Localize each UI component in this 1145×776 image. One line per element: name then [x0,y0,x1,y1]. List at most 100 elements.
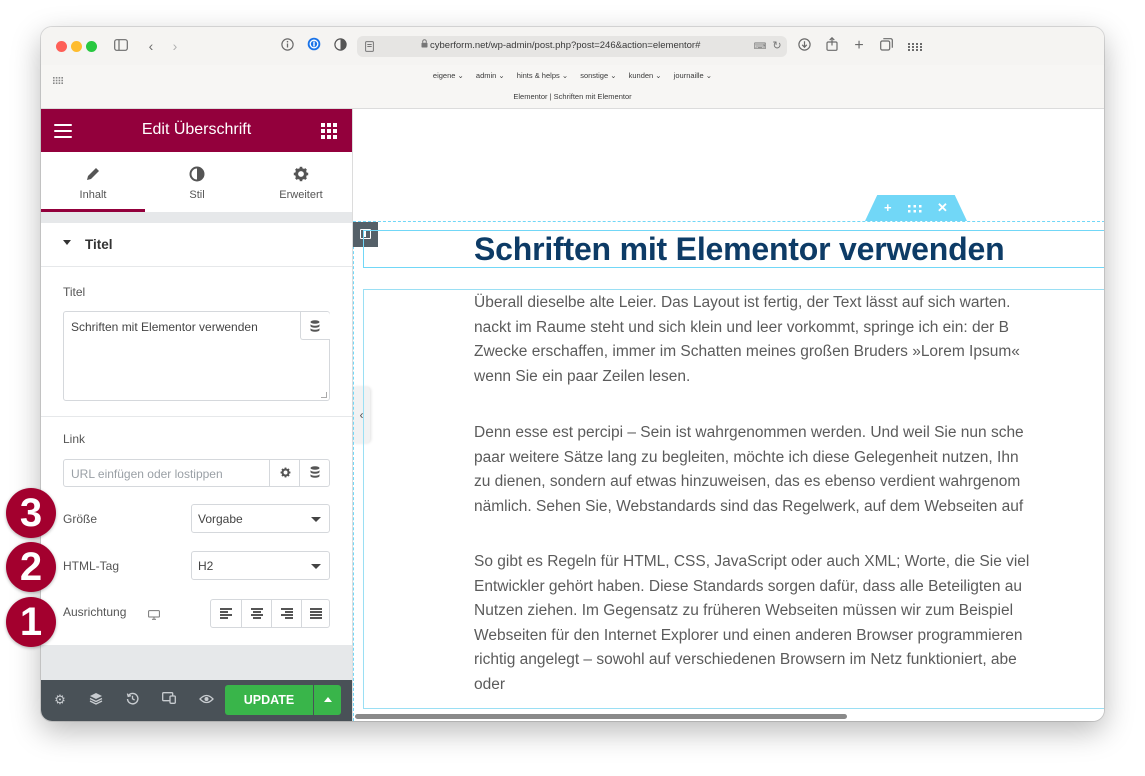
section-toggle-titel[interactable]: Titel [41,223,352,267]
section-toolbar: + ✕ [865,195,967,221]
bookmark-folders: eigene ⌄ admin ⌄ hints & helps ⌄ sonstig… [41,71,1104,80]
html-tag-label: HTML-Tag [63,559,120,573]
panel-tabs: Inhalt Stil Erweitert [41,152,352,212]
divider [41,416,352,417]
heading-widget-text[interactable]: Schriften mit Elementor verwenden [474,231,1005,268]
save-options-button[interactable] [314,685,341,715]
download-icon[interactable] [796,37,812,55]
size-select[interactable]: Vorgabe [191,504,330,533]
reload-icon[interactable]: ↻ [771,37,783,55]
align-right-button[interactable] [271,600,301,627]
database-icon [310,320,320,332]
history-icon[interactable] [124,692,140,708]
lock-icon [420,37,428,55]
align-justify-icon [310,608,322,619]
title-field-label: Titel [63,285,86,299]
drag-section-icon[interactable] [908,202,922,217]
size-select-value: Vorgabe [198,512,243,526]
panel-empty-area [41,645,352,680]
desktop-icon[interactable] [148,607,160,620]
shield-icon[interactable] [332,37,348,55]
paragraph-line: Entwickler gehört haben. Diese Standards… [474,577,1023,595]
link-input-placeholder: URL einfügen oder lostippen [71,467,223,481]
dynamic-tags-button[interactable] [300,312,330,340]
link-options-button[interactable] [269,459,300,487]
add-section-icon[interactable]: + [884,200,892,215]
database-icon [310,466,320,478]
pencil-icon [41,166,145,187]
delete-section-icon[interactable]: ✕ [937,200,948,216]
browser-window: ‹ › cyberform.net/wp-admin/post.php?post… [41,27,1104,721]
panel-header: Edit Überschrift [41,109,352,152]
preview-eye-icon[interactable] [198,692,214,708]
tab-title[interactable]: Elementor | Schriften mit Elementor [41,92,1104,101]
bookmark-folder-hints[interactable]: hints & helps ⌄ [517,71,568,80]
section-outline-top [353,221,1104,222]
extensions-grid-icon[interactable] [907,37,923,55]
close-window-button[interactable] [56,41,67,52]
annotation-badge-3: 3 [6,488,56,538]
navigator-layers-icon[interactable] [88,692,104,708]
share-icon[interactable] [824,36,840,55]
html-tag-select[interactable]: H2 [191,551,330,580]
bookmark-folder-eigene[interactable]: eigene ⌄ [433,71,464,80]
sidebar-icon[interactable] [113,37,129,55]
scrollbar-thumb[interactable] [355,714,847,719]
paragraph-line: Nutzen ziehen. Im Gegensatz zu früheren … [474,602,1014,619]
paragraph-line: nackt im Raume steht und sich klein und … [474,318,1009,336]
caret-down-icon [63,240,71,245]
contrast-icon [145,166,249,187]
link-input[interactable]: URL einfügen oder lostippen [63,459,330,487]
paragraph-line: wenn Sie ein paar Zeilen lesen. [474,367,691,385]
new-tab-icon[interactable]: + [851,37,867,55]
link-dynamic-tags-button[interactable] [299,459,330,487]
tab-inhalt[interactable]: Inhalt [41,152,145,212]
info-icon[interactable] [279,37,295,55]
annotation-badge-1: 1 [6,597,56,647]
panel-footer: ⚙ UPDATE [41,680,352,721]
paragraph-line: So gibt es Regeln für HTML, CSS, JavaScr… [474,553,1030,570]
horizontal-scrollbar[interactable] [353,712,1104,721]
editor-canvas: ‹ + ✕ Schriften mit Elementor verwenden … [352,109,1104,721]
password-manager-icon[interactable] [306,37,322,55]
reader-icon[interactable] [363,38,375,56]
translate-icon[interactable]: ⌨ [753,37,767,55]
bookmark-folder-kunden[interactable]: kunden ⌄ [629,71,662,80]
align-left-icon [220,608,232,619]
annotation-badge-2: 2 [6,542,56,592]
widgets-grid-icon[interactable] [321,123,337,139]
resize-handle-icon[interactable] [321,392,327,398]
bookmark-folder-journaille[interactable]: journaille ⌄ [674,71,712,80]
forward-icon[interactable]: › [169,37,181,55]
align-justify-button[interactable] [301,600,331,627]
tab-overview-icon[interactable] [878,37,894,55]
zoom-window-button[interactable] [86,41,97,52]
align-center-icon [251,608,263,619]
panel-title: Edit Überschrift [141,121,252,138]
align-center-button[interactable] [241,600,271,627]
back-icon[interactable]: ‹ [145,37,157,55]
section-title: Titel [85,237,113,252]
tab-stil[interactable]: Stil [145,152,249,212]
paragraph-2: Denn esse est percipi – Sein ist wahrgen… [474,421,1104,519]
paragraph-line: paar weitere Sätze lang zu begleiten, mö… [474,448,1019,466]
update-button[interactable]: UPDATE [225,685,313,715]
tab-stil-label: Stil [189,189,205,201]
caret-down-icon [311,564,321,569]
align-left-button[interactable] [211,600,241,627]
caret-down-icon [311,517,321,522]
minimize-window-button[interactable] [71,41,82,52]
title-textarea[interactable]: Schriften mit Elementor verwenden [63,311,330,401]
paragraph-line: Überall dieselbe alte Leier. Das Layout … [474,294,1011,311]
bookmark-folder-sonstige[interactable]: sonstige ⌄ [580,71,616,80]
tab-erweitert-label: Erweitert [279,189,323,201]
paragraph-line: richtig angelegt – sowohl auf verschiede… [474,651,1017,668]
address-bar[interactable]: cyberform.net/wp-admin/post.php?post=246… [357,36,787,57]
html-tag-select-value: H2 [198,559,214,573]
responsive-mode-icon[interactable] [161,692,177,708]
settings-icon[interactable]: ⚙ [52,692,68,708]
tab-erweitert[interactable]: Erweitert [249,152,352,212]
panel-gap [41,212,352,223]
section-outline-left [353,221,354,721]
bookmark-folder-admin[interactable]: admin ⌄ [476,71,505,80]
